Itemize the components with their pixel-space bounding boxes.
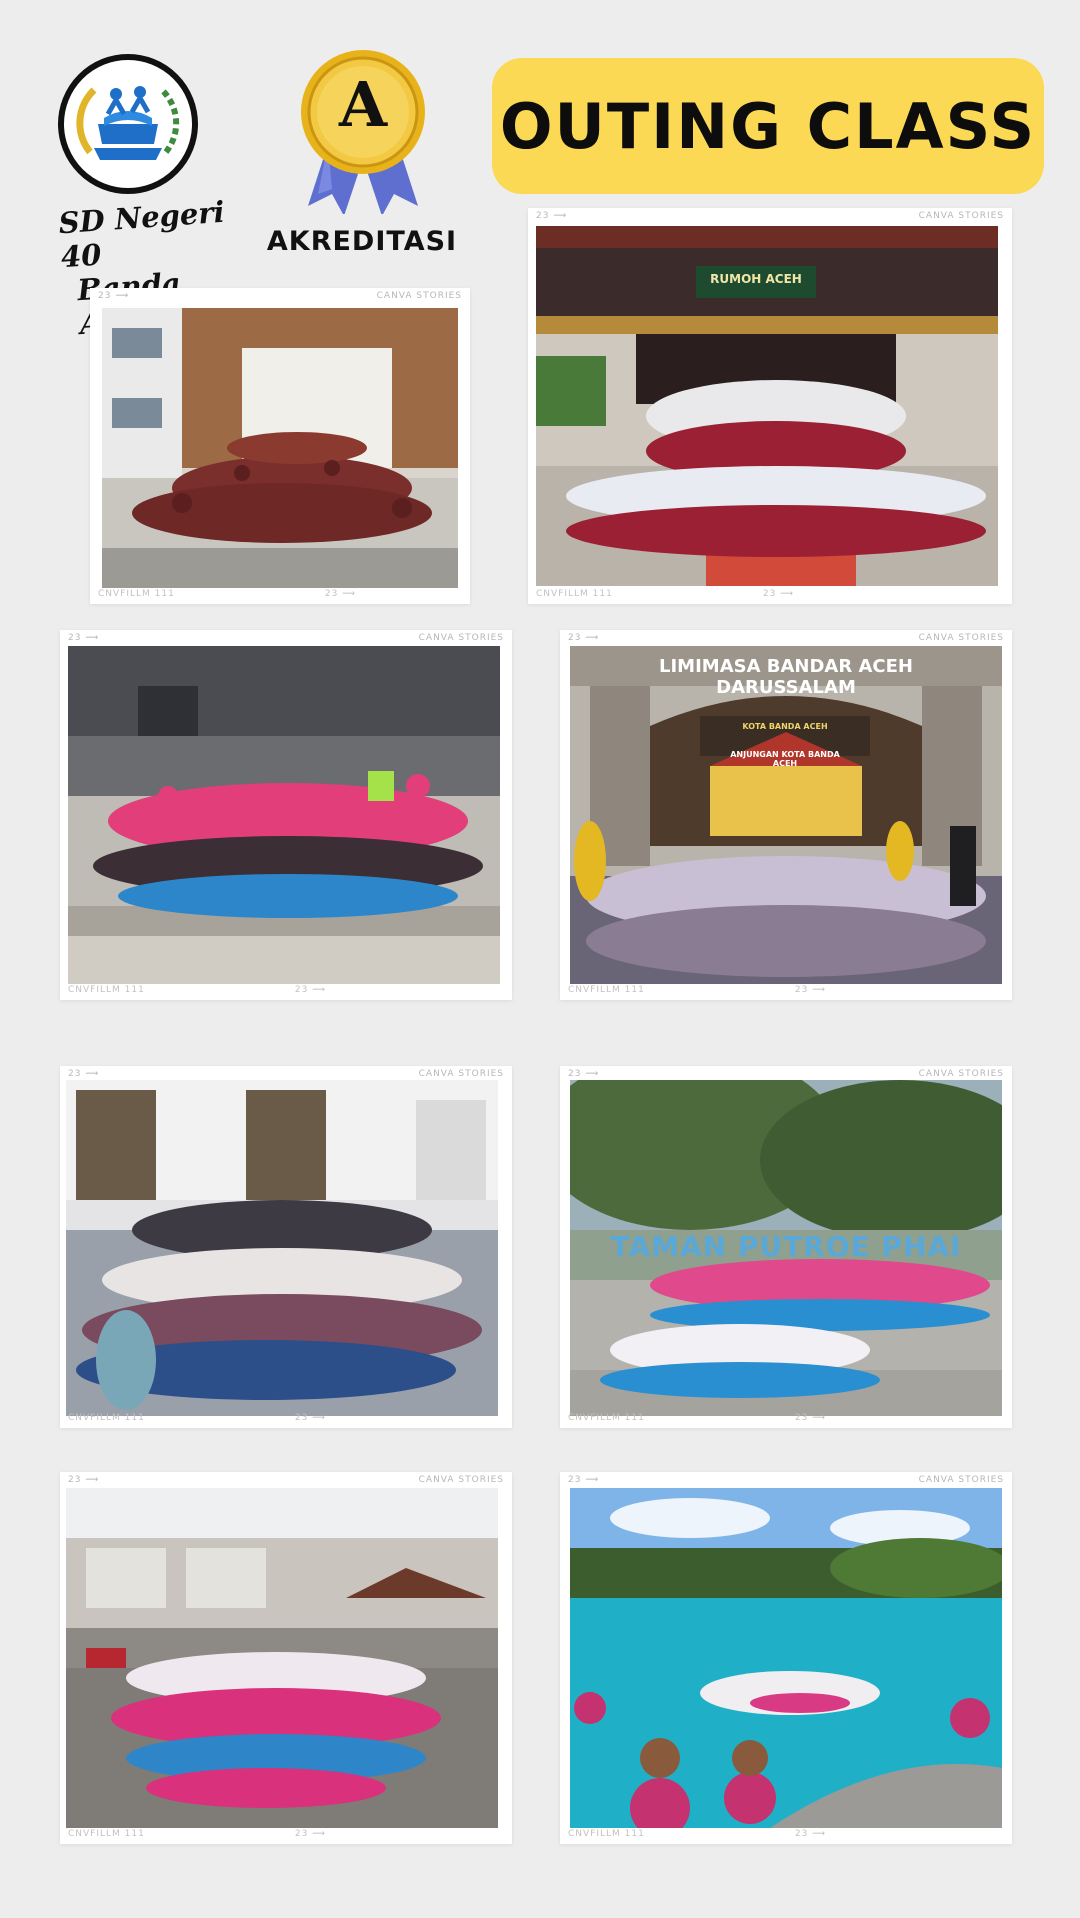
accreditation-medal: A xyxy=(288,44,438,216)
card-meta-bl: CNVFILLM 111 xyxy=(98,589,175,599)
card-meta-tl: 23 ⟿ xyxy=(68,633,100,643)
photo-stadium-steps xyxy=(68,646,500,984)
taman-putroe-phai-sign: TAMAN PUTROE PHAI xyxy=(610,1230,962,1263)
card-meta-bl: CNVFILLM 111 xyxy=(68,1413,145,1423)
photo-card-3: 23 ⟿ CANVA STORIES CNVFILLM 111 23 ⟿ xyxy=(60,630,512,1000)
anjungan-sign: ANJUNGAN KOTA BANDA ACEH xyxy=(730,750,840,768)
card-meta-br: 23 ⟿ xyxy=(794,985,827,995)
card-meta-br: 23 ⟿ xyxy=(294,1413,327,1423)
card-meta-tl: 23 ⟿ xyxy=(536,211,568,221)
rumoh-aceh-sign: RUMOH ACEH xyxy=(710,272,802,286)
photo-card-7: 23 ⟿ CANVA STORIES CNVFILLM 111 23 ⟿ xyxy=(60,1472,512,1844)
photo-card-2: 23 ⟿ CANVA STORIES RUMOH ACEH CNVFILLM 11… xyxy=(528,208,1012,604)
card-meta-bl: CNVFILLM 111 xyxy=(568,985,645,995)
kota-banda-aceh-sign: KOTA BANDA ACEH xyxy=(742,722,828,731)
card-meta-br: 23 ⟿ xyxy=(794,1413,827,1423)
accreditation-grade: A xyxy=(338,68,388,141)
photo-school-steps xyxy=(102,308,458,588)
card-meta-tr: CANVA STORIES xyxy=(418,1475,504,1485)
card-meta-tl: 23 ⟿ xyxy=(98,291,130,301)
school-emblem-icon xyxy=(76,86,180,160)
photo-building-courtyard xyxy=(66,1488,498,1828)
photo-limimasa-gate: LIMIMASA BANDAR ACEH DARUSSALAM KOTA BAN… xyxy=(570,646,1002,984)
school-logo xyxy=(58,54,198,194)
card-meta-br: 23 ⟿ xyxy=(294,1829,327,1839)
card-meta-bl: CNVFILLM 111 xyxy=(68,985,145,995)
card-meta-tr: CANVA STORIES xyxy=(376,291,462,301)
photo-card-8: 23 ⟿ CANVA STORIES CNVFILLM 111 23 ⟿ xyxy=(560,1472,1012,1844)
card-meta-bl: CNVFILLM 111 xyxy=(68,1829,145,1839)
photo-swimming-pool xyxy=(570,1488,1002,1828)
card-meta-bl: CNVFILLM 111 xyxy=(568,1829,645,1839)
card-meta-bl: CNVFILLM 111 xyxy=(536,589,613,599)
photo-card-6: 23 ⟿ CANVA STORIES TAMAN PUTROE PHAI CNVF… xyxy=(560,1066,1012,1428)
photo-taman-putroe-phai: TAMAN PUTROE PHAI xyxy=(570,1080,1002,1416)
title-banner: OUTING CLASS xyxy=(492,58,1044,194)
card-meta-tl: 23 ⟿ xyxy=(568,1475,600,1485)
card-meta-tl: 23 ⟿ xyxy=(68,1475,100,1485)
card-meta-tr: CANVA STORIES xyxy=(918,633,1004,643)
photo-mosque-steps xyxy=(66,1080,498,1416)
card-meta-tr: CANVA STORIES xyxy=(418,633,504,643)
card-meta-br: 23 ⟿ xyxy=(794,1829,827,1839)
photo-card-5: 23 ⟿ CANVA STORIES CNVFILLM 111 23 ⟿ xyxy=(60,1066,512,1428)
page-title: OUTING CLASS xyxy=(499,89,1037,163)
card-meta-tr: CANVA STORIES xyxy=(918,211,1004,221)
school-name-line1: SD Negeri 40 xyxy=(57,194,226,275)
accreditation-label: AKREDITASI xyxy=(266,226,458,257)
photo-rumoh-aceh: RUMOH ACEH xyxy=(536,226,998,586)
card-meta-br: 23 ⟿ xyxy=(294,985,327,995)
card-meta-bl: CNVFILLM 111 xyxy=(568,1413,645,1423)
photo-card-4: 23 ⟿ CANVA STORIES LIMIMASA BANDAR ACEH D… xyxy=(560,630,1012,1000)
limimasa-sign: LIMIMASA BANDAR ACEH DARUSSALAM xyxy=(659,656,913,698)
card-meta-tr: CANVA STORIES xyxy=(918,1475,1004,1485)
card-meta-br: 23 ⟿ xyxy=(762,589,795,599)
photo-card-1: 23 ⟿ CANVA STORIES CNVFILLM 111 23 ⟿ xyxy=(90,288,470,604)
card-meta-br: 23 ⟿ xyxy=(324,589,357,599)
card-meta-tl: 23 ⟿ xyxy=(568,633,600,643)
